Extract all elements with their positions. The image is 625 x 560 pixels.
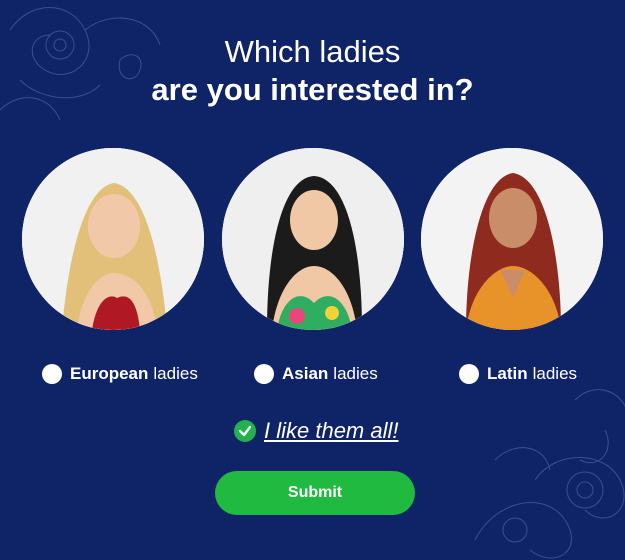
floral-decoration-icon [0,7,161,121]
like-them-all-link[interactable]: I like them all! [264,418,399,444]
radio-icon[interactable] [42,364,62,384]
european-lady-photo[interactable] [22,148,204,330]
latin-lady-photo[interactable] [421,148,603,330]
option-strong-label: Asian [282,364,329,383]
page-title-line1: Which ladies [224,34,401,69]
floral-decoration-icon [474,389,625,559]
checkmark-icon[interactable] [234,420,256,442]
option-latin[interactable]: Latin ladies [459,362,577,386]
option-european[interactable]: European ladies [42,362,198,386]
like-them-all-option[interactable]: I like them all! [234,418,399,444]
radio-icon[interactable] [254,364,274,384]
asian-lady-photo[interactable] [222,148,404,330]
option-label: ladies [532,364,578,383]
submit-button[interactable]: Submit [215,471,415,515]
option-label: ladies [153,364,198,383]
option-strong-label: European [70,364,149,383]
page-title-line2: are you interested in? [151,72,474,107]
option-asian[interactable]: Asian ladies [254,362,378,386]
option-label: ladies [333,364,378,383]
option-strong-label: Latin [487,364,528,383]
radio-icon[interactable] [459,364,479,384]
